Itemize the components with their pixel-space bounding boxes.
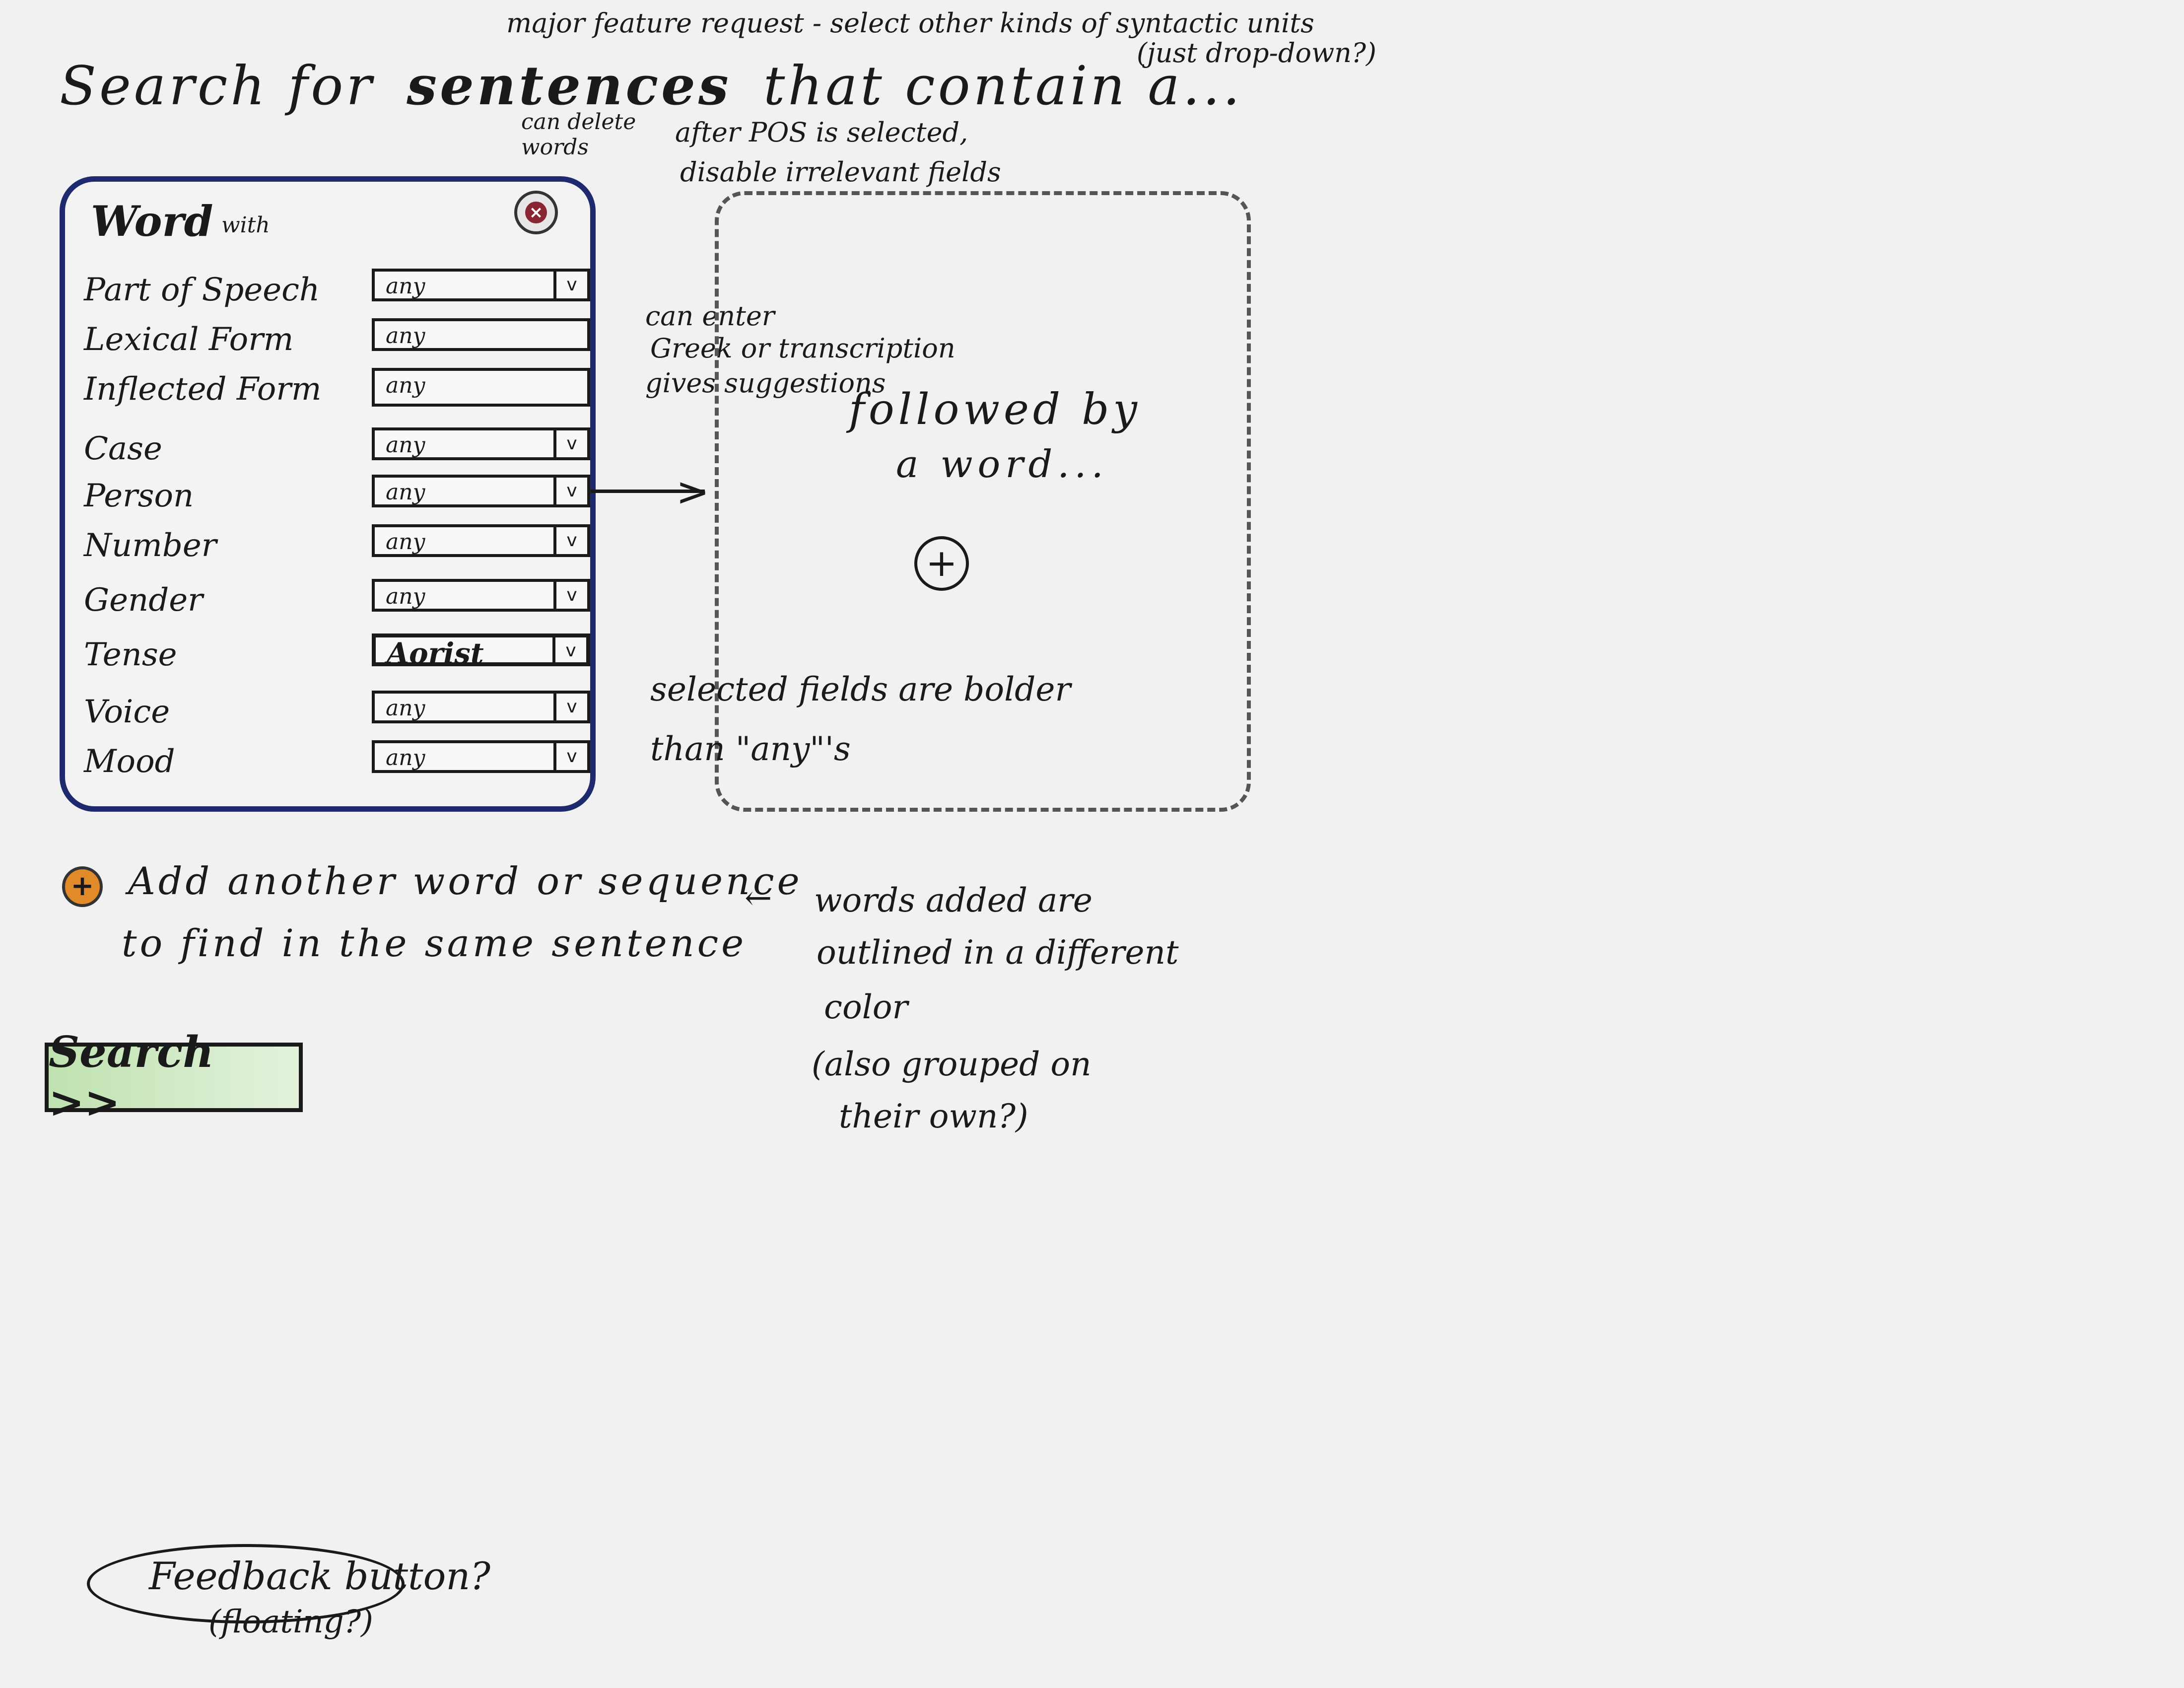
chevron-down-icon: v: [553, 478, 587, 504]
annotation-after-pos: after POS is selected,: [675, 117, 968, 148]
field-person: Person any v: [84, 475, 590, 514]
word-card-with-label: with: [221, 212, 270, 238]
next-word-subtitle: a word...: [896, 442, 1108, 486]
field-value: any: [386, 323, 425, 349]
field-value: any: [386, 274, 425, 299]
field-tense: Tense Aorist v: [84, 633, 590, 673]
field-label: Gender: [84, 582, 203, 619]
annotation-words-added: words added are: [814, 881, 1092, 919]
close-icon: ×: [525, 202, 547, 223]
gender-dropdown[interactable]: any v: [372, 579, 590, 612]
field-label: Case: [84, 430, 162, 467]
field-value: any: [386, 745, 425, 771]
word-card-title: Word: [91, 197, 213, 246]
add-another-button[interactable]: +: [62, 866, 103, 907]
field-inflected-form: Inflected Form any: [84, 368, 590, 408]
annotation-left-arrow-icon: ←: [745, 879, 772, 917]
field-label: Tense: [84, 636, 177, 673]
chevron-down-icon: v: [553, 582, 587, 609]
annotation-can-delete: can delete words: [521, 109, 636, 160]
annotation-dropdown-question: (just drop-down?): [1137, 37, 1376, 69]
field-voice: Voice any v: [84, 691, 590, 730]
feedback-label: Feedback button?: [149, 1554, 491, 1598]
field-label: Voice: [84, 694, 170, 730]
annotation-outlined: outlined in a different: [817, 933, 1179, 972]
annotation-their-own: their own?): [839, 1097, 1028, 1135]
feedback-note: (floating?): [208, 1604, 373, 1640]
annotation-disable-fields: disable irrelevant fields: [680, 156, 1001, 188]
annotation-selected-bolder: selected fields are bolder: [650, 670, 1071, 708]
word-card: Word with × Part of Speech any v Lexical…: [60, 176, 596, 812]
chevron-down-icon: v: [553, 430, 587, 457]
field-value: any: [386, 373, 425, 398]
field-value: any: [386, 480, 425, 505]
search-button[interactable]: Search >>: [45, 1027, 303, 1127]
field-label: Lexical Form: [84, 321, 294, 358]
annotation-also-grouped: (also grouped on: [812, 1045, 1092, 1083]
field-value: any: [386, 584, 425, 609]
add-next-word-button[interactable]: +: [914, 536, 969, 591]
chevron-down-icon: v: [552, 637, 586, 664]
number-dropdown[interactable]: any v: [372, 524, 590, 557]
annotation-than-any: than "any"'s: [650, 730, 851, 768]
search-headline: Search for sentences that contain a...: [60, 55, 1243, 117]
field-case: Case any v: [84, 427, 590, 467]
chevron-down-icon: v: [553, 272, 587, 298]
field-value: any: [386, 432, 425, 458]
add-another-label[interactable]: Add another word or sequence: [128, 859, 803, 903]
delete-word-button[interactable]: ×: [514, 191, 558, 234]
field-value-selected: Aorist: [387, 636, 484, 670]
field-value: any: [386, 696, 425, 721]
voice-dropdown[interactable]: any v: [372, 691, 590, 723]
next-word-title: followed by: [849, 385, 1141, 434]
chevron-down-icon: v: [553, 694, 587, 720]
field-label: Number: [84, 527, 217, 564]
field-value: any: [386, 529, 425, 555]
plus-icon: +: [926, 541, 957, 585]
field-label: Person: [84, 478, 194, 514]
field-part-of-speech: Part of Speech any v: [84, 269, 590, 308]
annotation-color: color: [824, 988, 908, 1026]
inflected-form-input[interactable]: any: [372, 368, 590, 407]
field-label: Mood: [84, 743, 175, 780]
tense-dropdown[interactable]: Aorist v: [372, 633, 590, 670]
unit-type-dropdown[interactable]: sentences: [395, 55, 743, 117]
part-of-speech-dropdown[interactable]: any v: [372, 269, 590, 301]
field-label: Part of Speech: [84, 272, 320, 308]
annotation-major-feature: major feature request - select other kin…: [506, 7, 1314, 39]
field-label: Inflected Form: [84, 371, 322, 408]
field-number: Number any v: [84, 524, 590, 564]
field-lexical-form: Lexical Form any: [84, 318, 590, 358]
arrow-right-icon: >: [676, 469, 710, 515]
mood-dropdown[interactable]: any v: [372, 740, 590, 773]
plus-icon: +: [70, 870, 94, 902]
add-another-label-line2[interactable]: to find in the same sentence: [122, 921, 747, 965]
case-dropdown[interactable]: any v: [372, 427, 590, 460]
chevron-down-icon: v: [553, 743, 587, 770]
headline-prefix: Search for: [60, 55, 375, 117]
field-gender: Gender any v: [84, 579, 590, 619]
field-mood: Mood any v: [84, 740, 590, 780]
lexical-form-input[interactable]: any: [372, 318, 590, 351]
chevron-down-icon: v: [553, 527, 587, 554]
person-dropdown[interactable]: any v: [372, 475, 590, 507]
next-word-placeholder: [715, 191, 1251, 812]
